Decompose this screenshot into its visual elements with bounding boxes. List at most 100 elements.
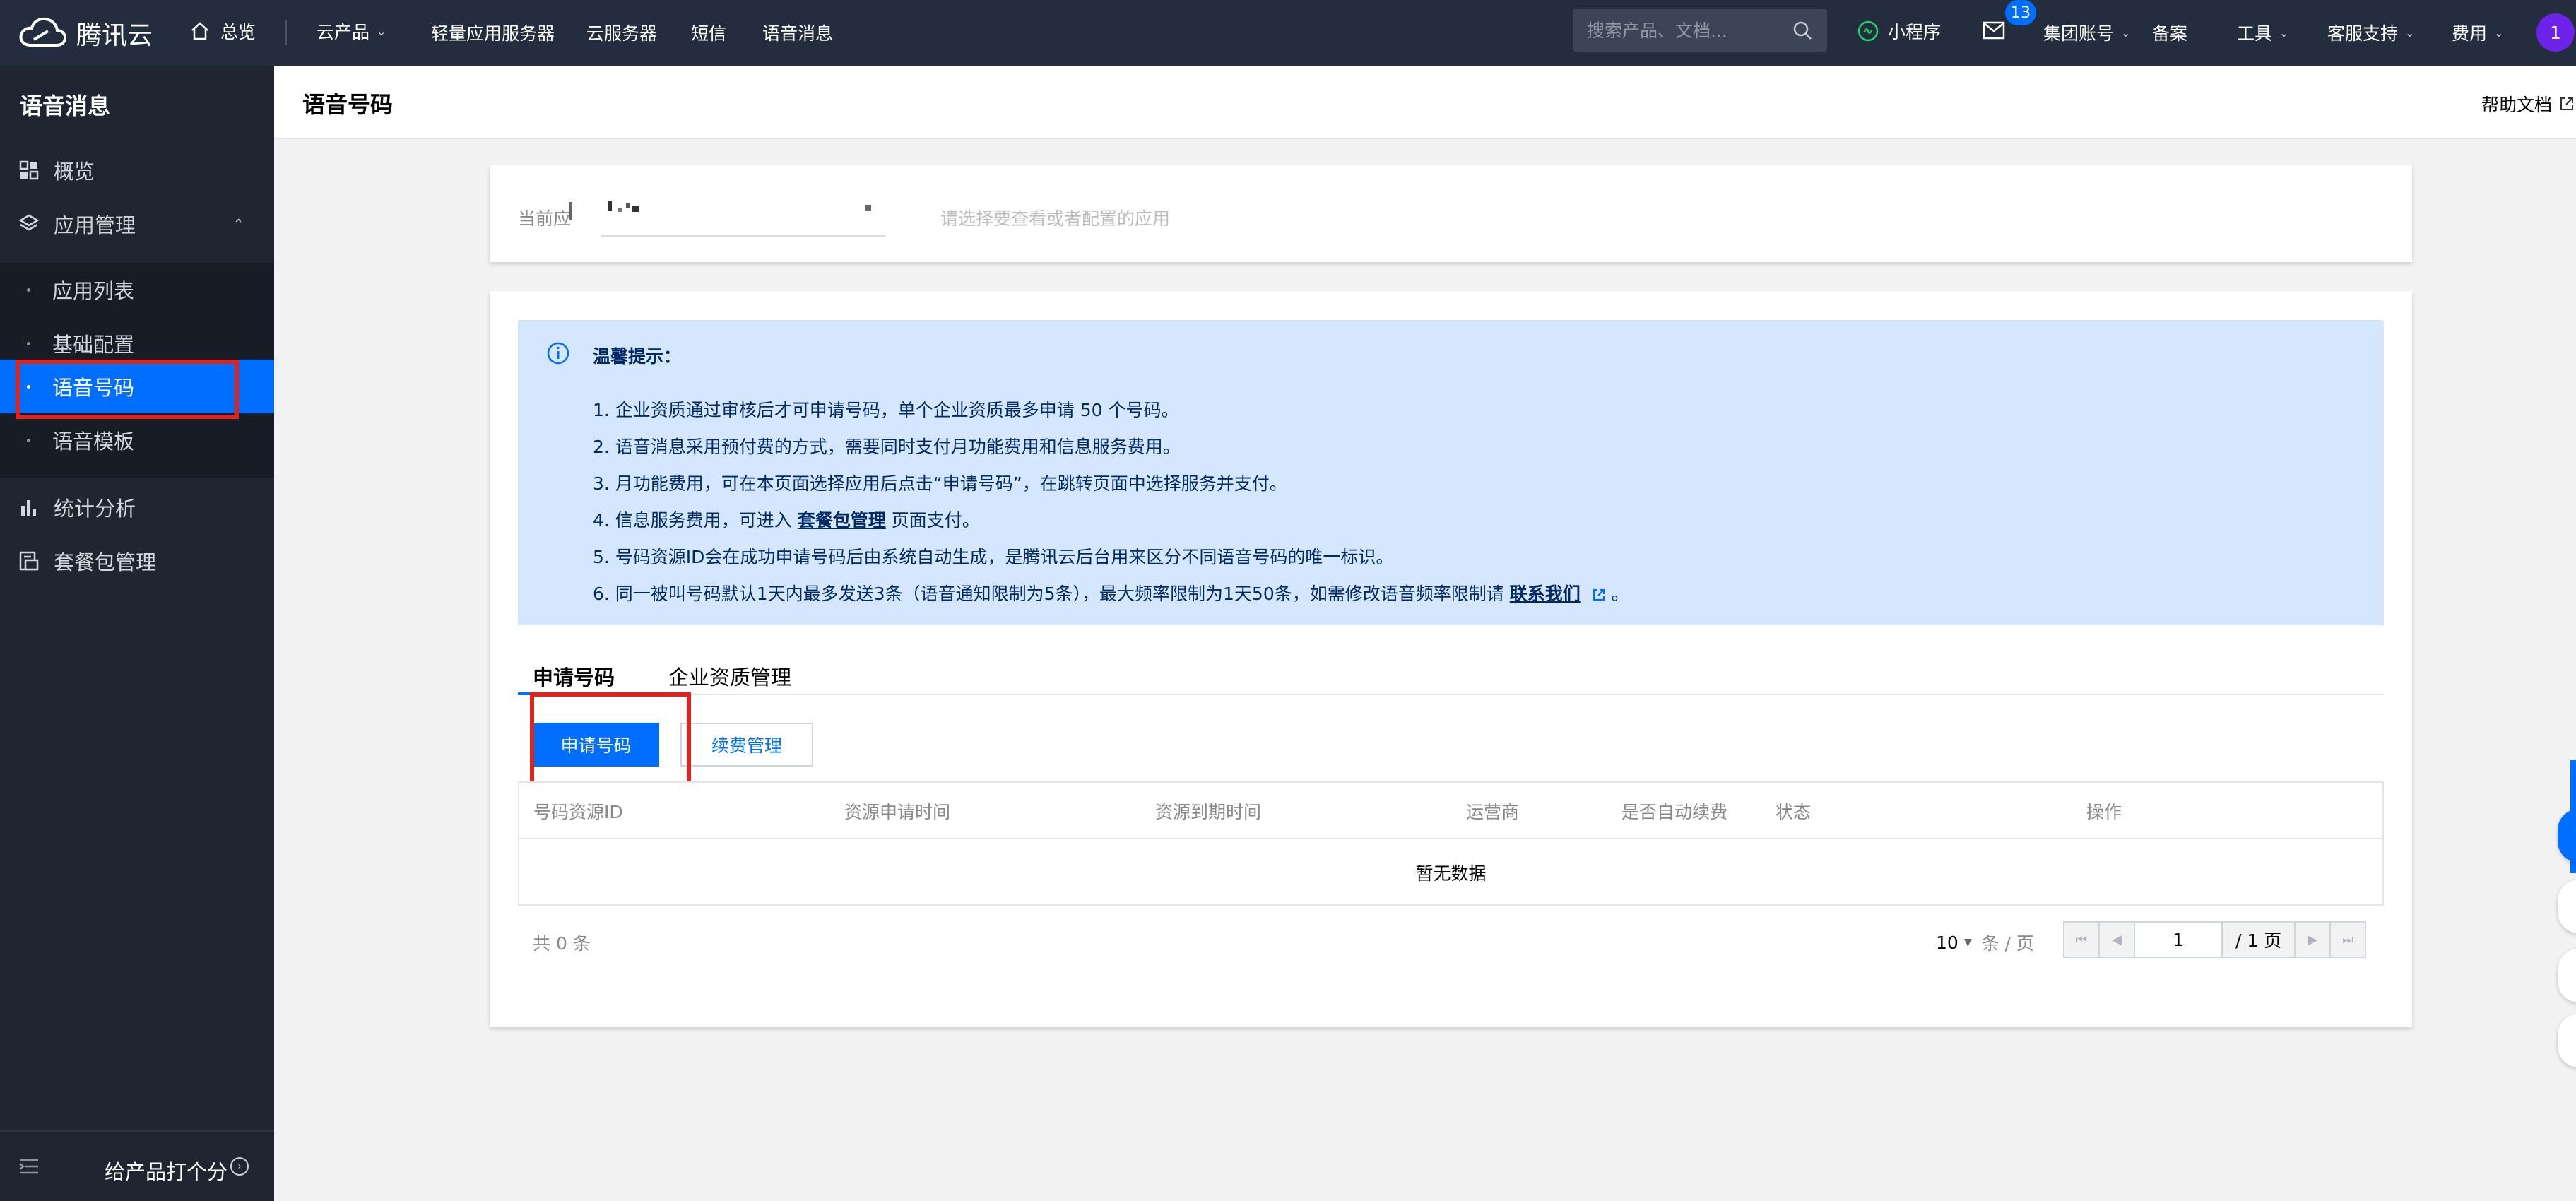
renew-manage-button[interactable]: 续费管理 xyxy=(680,723,813,767)
nav-divider xyxy=(285,20,287,45)
sidebar-item-app-list[interactable]: 应用列表 xyxy=(0,263,274,316)
page-size-select[interactable]: 10 ▼ 条 / 页 xyxy=(1936,930,2034,955)
cloud-logo-icon xyxy=(19,17,67,47)
sidebar-item-voice-number[interactable]: 语音号码 xyxy=(0,360,274,413)
table-header: 资源申请时间 xyxy=(844,802,951,822)
search-input[interactable] xyxy=(1587,20,1785,41)
package-manage-link[interactable]: 套餐包管理 xyxy=(798,510,886,531)
bar-chart-icon xyxy=(18,497,40,518)
float-button[interactable] xyxy=(2558,949,2576,1002)
apply-number-button[interactable]: 申请号码 xyxy=(533,723,659,767)
sidebar-item-label: 应用列表 xyxy=(52,279,135,303)
nav-products-label: 云产品 xyxy=(317,22,370,42)
nav-fee[interactable]: 费用 ⌄ xyxy=(2452,20,2503,45)
sidebar-item-stats[interactable]: 统计分析 xyxy=(0,480,274,534)
page-size-value: 10 xyxy=(1936,932,1958,953)
nav-mini-program[interactable]: 小程序 xyxy=(1857,18,1941,44)
prev-page-button[interactable]: ◀ xyxy=(2098,921,2135,958)
float-button[interactable] xyxy=(2558,880,2576,933)
tab-active-indicator xyxy=(518,692,622,695)
tools-label: 工具 xyxy=(2237,23,2273,44)
nav-voice[interactable]: 语音消息 xyxy=(762,20,833,45)
nav-products[interactable]: 云产品 ⌄ xyxy=(317,18,386,44)
package-icon xyxy=(18,550,40,572)
notice-line: 3. 月功能费用，可在本页面选择应用后点击“申请号码”，在跳转页面中选择服务并支… xyxy=(593,473,1287,494)
page-number-input[interactable] xyxy=(2134,921,2223,958)
next-page-button[interactable]: ▶ xyxy=(2294,921,2332,958)
sidebar-item-package[interactable]: 套餐包管理 xyxy=(0,534,274,588)
notice-text: 。 xyxy=(1611,584,1629,604)
sidebar-item-label: 基础配置 xyxy=(52,333,135,357)
sidebar-item-app-manage[interactable]: 应用管理 ⌃ xyxy=(0,197,274,251)
rate-product-label[interactable]: 给产品打个分 xyxy=(105,1156,228,1185)
sidebar-item-label: 套餐包管理 xyxy=(54,550,157,574)
chevron-down-icon: ⌄ xyxy=(2494,25,2504,40)
nav-support[interactable]: 客服支持 ⌄ xyxy=(2327,20,2414,45)
nav-lighthouse[interactable]: 轻量应用服务器 xyxy=(431,20,555,45)
notice-line: 2. 语音消息采用预付费的方式，需要同时支付月功能费用和信息服务费用。 xyxy=(593,437,1181,457)
sidebar-item-label: 概览 xyxy=(54,160,95,184)
redacted-app-name xyxy=(608,201,639,212)
tab-apply-number[interactable]: 申请号码 xyxy=(533,661,615,691)
nav-cvm[interactable]: 云服务器 xyxy=(586,20,657,45)
sidebar-item-label: 应用管理 xyxy=(54,213,136,237)
app-select-label: 当前应 xyxy=(518,208,572,229)
notice-line: 1. 企业资质通过审核后才可申请号码，单个企业资质最多申请 50 个号码。 xyxy=(593,400,1179,420)
sidebar-item-voice-template[interactable]: 语音模板 xyxy=(0,413,274,467)
sidebar-item-label: 统计分析 xyxy=(54,497,136,521)
home-icon xyxy=(191,22,208,40)
chevron-down-icon: ⌄ xyxy=(2121,25,2131,40)
external-link-icon xyxy=(2560,97,2573,110)
tencent-cloud-logo[interactable]: 腾讯云 xyxy=(17,15,158,52)
table-header: 操作 xyxy=(2086,802,2122,822)
number-table: 号码资源ID 资源申请时间 资源到期时间 运营商 是否自动续费 状态 操作 暂无… xyxy=(518,781,2384,906)
notice-line: 6. 同一被叫号码默认1天内最多发送3条（语音通知限制为5条），最大频率限制为1… xyxy=(593,580,1629,605)
nav-sms[interactable]: 短信 xyxy=(691,20,726,45)
app-select-dropdown[interactable] xyxy=(601,184,885,237)
info-icon xyxy=(547,342,569,365)
nav-group-account[interactable]: 集团账号 ⌄ xyxy=(2043,20,2130,45)
sidebar-item-overview[interactable]: 概览 xyxy=(0,143,274,197)
tab-bar-line xyxy=(518,694,2384,695)
last-page-button[interactable]: ⏭ xyxy=(2329,921,2367,958)
notice-title: 温馨提示： xyxy=(593,346,682,367)
bullet-icon xyxy=(27,438,30,442)
search-icon[interactable] xyxy=(1792,20,1813,41)
pagination: ⏮ ◀ / 1 页 ▶ ⏭ xyxy=(2063,921,2367,958)
nav-home-label: 总览 xyxy=(220,22,256,42)
mail-button[interactable] xyxy=(1983,21,2005,44)
chat-float-button[interactable] xyxy=(2558,809,2576,863)
pager-total: 共 0 条 xyxy=(533,933,591,954)
chevron-down-icon: ⌄ xyxy=(2279,25,2289,40)
avatar[interactable]: 1 xyxy=(2536,13,2575,52)
mail-count-badge: 13 xyxy=(2005,0,2036,25)
nav-beian[interactable]: 备案 xyxy=(2152,20,2187,45)
collapse-menu-icon[interactable] xyxy=(18,1157,40,1178)
search-box[interactable] xyxy=(1573,9,1827,52)
notice-line: 4. 信息服务费用，可进入 套餐包管理 页面支付。 xyxy=(593,507,980,532)
last-page-icon: ⏭ xyxy=(2342,932,2354,947)
help-docs-link[interactable]: 帮助文档 xyxy=(2481,91,2575,117)
logo-text: 腾讯云 xyxy=(76,20,153,50)
sidebar-item-label: 语音模板 xyxy=(52,430,135,454)
first-page-icon: ⏮ xyxy=(2075,932,2088,947)
table-empty-state: 暂无数据 xyxy=(519,838,2382,906)
caret-down-icon: ▼ xyxy=(1963,937,1972,948)
contact-us-link[interactable]: 联系我们 xyxy=(1510,584,1581,604)
bullet-icon xyxy=(27,384,30,389)
float-button[interactable] xyxy=(2558,1014,2576,1067)
mini-program-label: 小程序 xyxy=(1888,22,1942,42)
top-nav: 腾讯云 总览 云产品 ⌄ 轻量应用服务器 云服务器 短信 语音消息 小程序 13… xyxy=(0,0,2576,66)
nav-tools[interactable]: 工具 ⌄ xyxy=(2237,20,2288,45)
tab-enterprise-qualification[interactable]: 企业资质管理 xyxy=(668,661,791,691)
support-label: 客服支持 xyxy=(2327,23,2399,44)
sidebar: 语音消息 概览 应用管理 ⌃ 应用列表 基础配置 语音号码 语音模板 统计分析 xyxy=(0,66,274,1201)
bullet-icon xyxy=(27,288,30,292)
nav-home[interactable]: 总览 xyxy=(189,18,256,44)
external-link-icon xyxy=(1593,588,1605,601)
arrow-right-icon: › xyxy=(230,1157,249,1176)
per-page-label: 条 / 页 xyxy=(1981,933,2034,954)
first-page-button[interactable]: ⏮ xyxy=(2063,921,2100,958)
app-select-hint: 请选择要查看或者配置的应用 xyxy=(940,208,1171,229)
total-pages: / 1 页 xyxy=(2221,921,2296,958)
